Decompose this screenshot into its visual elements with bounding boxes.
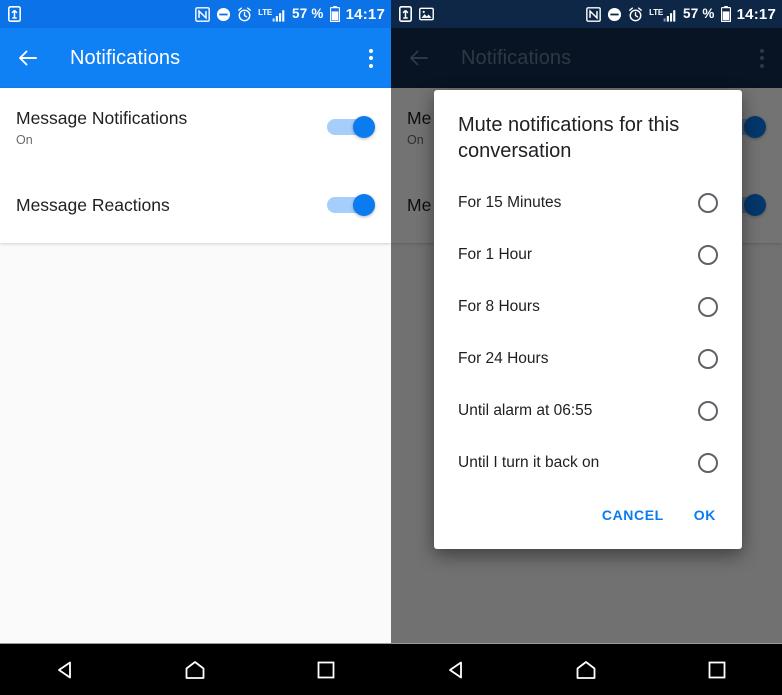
- dialog-option-label: Until I turn it back on: [458, 453, 600, 471]
- radio-button[interactable]: [698, 296, 718, 317]
- cancel-button[interactable]: CANCEL: [592, 499, 674, 531]
- back-arrow-icon[interactable]: [16, 46, 40, 70]
- battery-icon: [720, 6, 731, 22]
- dialog-option-label: Until alarm at 06:55: [458, 401, 593, 419]
- right-phone-screen: LTE 57 % 14:17 Notifications Me On: [391, 0, 782, 695]
- setting-texts: Message Notifications On: [16, 108, 187, 147]
- dialog-option-for-24-hours[interactable]: For 24 Hours: [434, 333, 742, 385]
- nav-home-icon[interactable]: [167, 650, 223, 690]
- page-title: Notifications: [70, 46, 181, 69]
- dialog-option-until-turned-back-on[interactable]: Until I turn it back on: [434, 437, 742, 489]
- navigation-bar-right: [391, 643, 782, 695]
- dialog-option-label: For 8 Hours: [458, 297, 540, 315]
- radio-button[interactable]: [698, 400, 718, 421]
- network-type-label: LTE: [258, 8, 273, 17]
- status-bar-left: LTE 57 % 14:17: [0, 0, 391, 28]
- setting-row-message-reactions[interactable]: Message Reactions: [0, 166, 391, 244]
- setting-title: Message Reactions: [16, 194, 170, 215]
- setting-title: Message Notifications: [16, 107, 188, 128]
- nfc-icon: [195, 6, 210, 22]
- left-phone-screen: LTE 57 % 14:17 Notifications Message Not…: [0, 0, 391, 695]
- toggle-thumb: [353, 194, 375, 216]
- network-type-label: LTE: [649, 8, 664, 17]
- do-not-disturb-icon: [216, 7, 231, 22]
- image-icon: [419, 7, 434, 21]
- dialog-option-for-15-minutes[interactable]: For 15 Minutes: [434, 177, 742, 229]
- app-bar-left: Notifications: [0, 28, 391, 88]
- status-bar-right: LTE 57 % 14:17: [391, 0, 782, 28]
- nav-back-triangle-icon[interactable]: [428, 650, 484, 690]
- signal-bars-icon: LTE: [649, 6, 677, 22]
- setting-texts: Message Reactions: [16, 195, 170, 216]
- toggle-message-reactions[interactable]: [327, 194, 375, 216]
- dialog-option-label: For 24 Hours: [458, 349, 549, 367]
- status-bar-system-icons: LTE 57 % 14:17: [586, 6, 776, 22]
- toggle-thumb: [353, 116, 375, 138]
- sd-card-transfer-icon: [399, 6, 412, 22]
- battery-icon: [329, 6, 340, 22]
- nav-back-triangle-icon[interactable]: [37, 650, 93, 690]
- status-bar-system-icons: LTE 57 % 14:17: [195, 6, 385, 22]
- battery-percent-label: 57 %: [683, 6, 715, 22]
- setting-subtitle: On: [16, 132, 33, 147]
- clock-label: 14:17: [345, 5, 385, 23]
- radio-button[interactable]: [698, 192, 718, 213]
- dialog-title: Mute notifications for this conversation: [458, 114, 680, 163]
- dialog-action-row: CANCEL OK: [434, 489, 742, 543]
- radio-button[interactable]: [698, 452, 718, 473]
- setting-row-message-notifications[interactable]: Message Notifications On: [0, 88, 391, 166]
- signal-bars-icon: LTE: [258, 6, 286, 22]
- nav-recents-square-icon[interactable]: [298, 650, 354, 690]
- radio-button[interactable]: [698, 244, 718, 265]
- alarm-icon: [237, 6, 252, 22]
- toggle-message-notifications[interactable]: [327, 116, 375, 138]
- sd-card-transfer-icon: [8, 6, 21, 22]
- ok-button[interactable]: OK: [684, 499, 726, 531]
- radio-button[interactable]: [698, 348, 718, 369]
- mute-notifications-dialog: Mute notifications for this conversation…: [434, 90, 742, 549]
- nav-home-icon[interactable]: [558, 650, 614, 690]
- dual-screenshot-container: LTE 57 % 14:17 Notifications Message Not…: [0, 0, 782, 695]
- status-bar-notification-icons: [399, 6, 434, 22]
- navigation-bar-left: [0, 643, 391, 695]
- dialog-option-label: For 1 Hour: [458, 245, 533, 263]
- status-bar-notification-icons: [8, 6, 21, 22]
- settings-card-left: Message Notifications On Message Reactio…: [0, 88, 391, 243]
- dialog-option-until-alarm[interactable]: Until alarm at 06:55: [434, 385, 742, 437]
- alarm-icon: [628, 6, 643, 22]
- dialog-option-label: For 15 Minutes: [458, 193, 562, 211]
- dialog-option-for-1-hour[interactable]: For 1 Hour: [434, 229, 742, 281]
- overflow-menu-icon[interactable]: [365, 45, 377, 72]
- battery-percent-label: 57 %: [292, 6, 324, 22]
- dialog-option-for-8-hours[interactable]: For 8 Hours: [434, 281, 742, 333]
- nav-recents-square-icon[interactable]: [689, 650, 745, 690]
- do-not-disturb-icon: [607, 7, 622, 22]
- clock-label: 14:17: [736, 5, 776, 23]
- dialog-option-list: For 15 Minutes For 1 Hour For 8 Hours Fo…: [434, 169, 742, 489]
- nfc-icon: [586, 6, 601, 22]
